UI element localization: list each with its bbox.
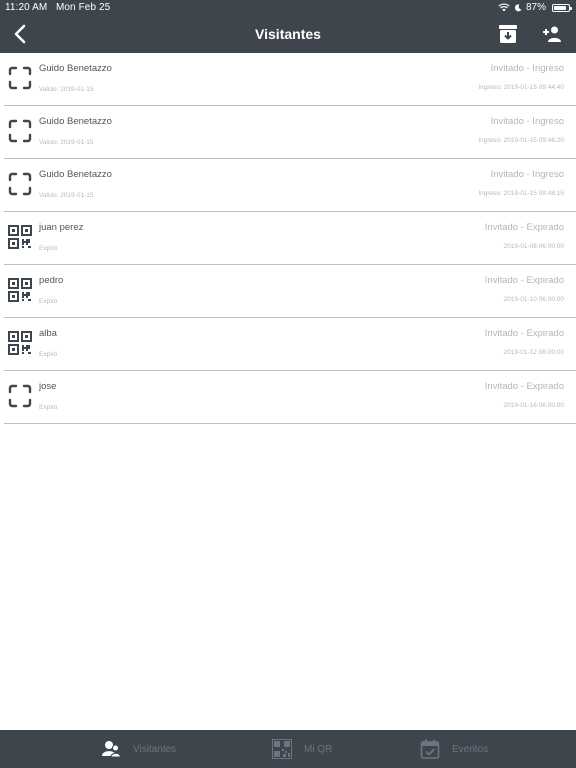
visitor-status: Invitado - Expirado: [484, 222, 564, 233]
visitor-time: Ingreso: 2019-01-15 09:44:40: [478, 84, 564, 91]
scan-frame-icon: [8, 66, 32, 90]
visitor-status: Invitado - Expirado: [484, 381, 564, 392]
visitor-validity: Expiró: [39, 404, 58, 411]
moon-icon: [514, 3, 522, 11]
visitors-icon: [102, 741, 121, 758]
visitor-time: Ingreso: 2019-01-15 09:48:15: [478, 190, 564, 197]
scan-frame-icon: [8, 172, 32, 196]
tab-label: Eventos: [452, 743, 489, 755]
add-user-button[interactable]: [542, 24, 562, 44]
battery-level: [554, 5, 566, 10]
visitor-name: Guido Benetazzo: [39, 116, 112, 127]
visitor-validity: Expiró: [39, 245, 58, 252]
visitor-validity: Valido: 2019-01-15: [39, 139, 94, 146]
visitor-name: Guido Benetazzo: [39, 63, 112, 74]
status-time: 11:20 AM Mon Feb 25: [5, 2, 111, 13]
visitor-row[interactable]: Guido Benetazzo Valido: 2019-01-15 Invitad…: [4, 106, 576, 159]
visitor-name: pedro: [39, 275, 64, 286]
visitor-name: juan perez: [39, 222, 84, 233]
visitor-row[interactable]: Guido Benetazzo Valido: 2019-01-15 Invitad…: [4, 53, 576, 106]
status-right: 87%: [498, 2, 572, 13]
visitor-row[interactable]: juan perez Expiró Invitado - Expirado 2019-…: [4, 212, 576, 265]
scan-frame-icon: [8, 384, 32, 408]
qr-code-icon: [272, 739, 292, 759]
archive-button[interactable]: [498, 24, 518, 44]
visitor-time: 2019-01-16 06:00:00: [503, 402, 564, 409]
tab-visitantes[interactable]: Visitantes: [101, 738, 176, 760]
visitor-status: Invitado - Expirado: [484, 275, 564, 286]
visitor-row[interactable]: Guido Benetazzo Valido: 2019-01-15 Invitad…: [4, 159, 576, 212]
visitor-validity: Valido: 2019-01-15: [39, 192, 94, 199]
visitor-status: Invitado - Ingreso: [490, 63, 564, 74]
battery-percent: 87%: [525, 2, 546, 13]
tab-label: Visitantes: [133, 743, 177, 755]
visitor-time: 2019-01-10 06:00:00: [503, 296, 564, 303]
qr-code-icon: [8, 331, 32, 355]
visitor-name: Guido Benetazzo: [39, 169, 112, 180]
visitor-row[interactable]: pedro Expiró Invitado - Expirado 2019-01-10…: [4, 265, 576, 318]
tab-mi-qr[interactable]: Mi QR: [272, 738, 332, 760]
scan-frame-icon: [8, 119, 32, 143]
visitor-name: alba: [39, 328, 57, 339]
visitor-status: Invitado - Expirado: [484, 328, 564, 339]
visitor-name: jose: [39, 381, 57, 392]
status-date: Mon Feb 25: [55, 2, 111, 13]
qr-code-icon: [8, 225, 32, 249]
top-bar: 11:20 AM Mon Feb 25 87% Visitantes: [0, 0, 576, 53]
visitor-validity: Valido: 2019-01-15: [39, 86, 94, 93]
visitor-validity: Expiró: [39, 351, 58, 358]
tab-eventos[interactable]: Eventos: [420, 738, 488, 760]
tab-label: Mi QR: [304, 743, 333, 755]
visitor-row[interactable]: jose Expiró Invitado - Expirado 2019-01-16 …: [4, 371, 576, 424]
wifi-icon: [498, 3, 510, 12]
visitor-status: Invitado - Ingreso: [490, 169, 564, 180]
calendar-check-icon: [420, 739, 440, 759]
visitor-validity: Expiró: [39, 298, 58, 305]
page-title: Visitantes: [255, 26, 321, 42]
tab-bar: Visitantes Mi QR Eventos: [0, 730, 576, 768]
visitor-status: Invitado - Ingreso: [490, 116, 564, 127]
qr-code-icon: [8, 278, 32, 302]
visitor-list: Guido Benetazzo Valido: 2019-01-15 Invitad…: [4, 53, 576, 424]
visitor-row[interactable]: alba Expiró Invitado - Expirado 2019-01-12 …: [4, 318, 576, 371]
visitor-time: 2019-01-12 06:00:00: [503, 349, 564, 356]
battery-icon: [552, 3, 572, 12]
visitor-time: Ingreso: 2019-01-15 09:46:20: [478, 137, 564, 144]
visitor-time: 2019-01-08 06:00:00: [503, 243, 564, 250]
